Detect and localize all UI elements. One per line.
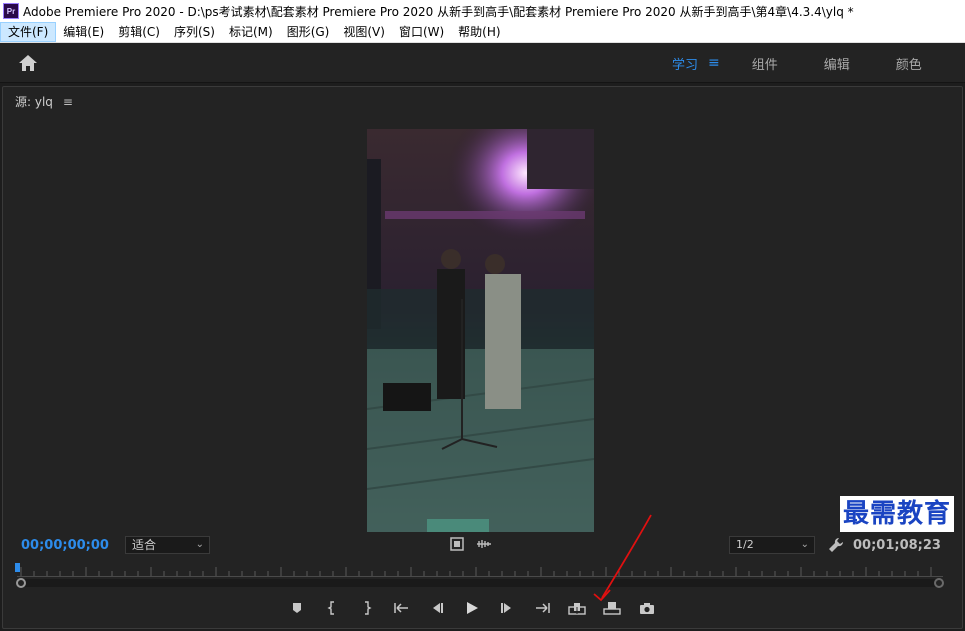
workspace-tab-color[interactable]: 颜色	[896, 54, 922, 73]
insert-icon	[568, 603, 586, 615]
menu-edit[interactable]: 编辑(E)	[56, 22, 111, 42]
title-bar: Pr Adobe Premiere Pro 2020 - D:\ps考试素材\配…	[0, 0, 965, 22]
go-to-out-icon	[536, 603, 550, 613]
video-preview	[367, 129, 594, 532]
ruler-baseline	[17, 576, 943, 577]
source-panel-title: 源: ylq	[15, 95, 53, 109]
add-marker-icon	[293, 603, 301, 613]
playhead[interactable]	[15, 563, 20, 572]
menu-view[interactable]: 视图(V)	[336, 22, 392, 42]
menu-help[interactable]: 帮助(H)	[451, 22, 507, 42]
chevron-down-icon: ⌄	[800, 539, 809, 550]
step-forward-button[interactable]	[498, 599, 516, 617]
menu-bar: 文件(F) 编辑(E) 剪辑(C) 序列(S) 标记(M) 图形(G) 视图(V…	[0, 22, 965, 43]
mark-in-icon	[327, 601, 334, 615]
view-toggle-icons	[450, 537, 492, 551]
film-strip-icon[interactable]	[450, 537, 464, 551]
step-back-button[interactable]	[428, 599, 446, 617]
premiere-app-icon: Pr	[3, 3, 19, 19]
menu-window[interactable]: 窗口(W)	[392, 22, 451, 42]
menu-sequence[interactable]: 序列(S)	[167, 22, 222, 42]
play-icon	[467, 602, 478, 614]
menu-markers[interactable]: 标记(M)	[222, 22, 280, 42]
export-frame-icon	[640, 602, 654, 614]
play-button[interactable]	[463, 599, 481, 617]
go-to-in-button[interactable]	[393, 599, 411, 617]
mark-in-button[interactable]	[323, 599, 341, 617]
zoom-fit-dropdown[interactable]: 适合 ⌄	[125, 536, 210, 554]
add-marker-button[interactable]	[288, 599, 306, 617]
mark-out-icon	[365, 601, 372, 615]
overwrite-button[interactable]	[603, 599, 621, 617]
source-panel-tab[interactable]: 源: ylq ≡	[15, 93, 73, 110]
playback-resolution-dropdown[interactable]: 1/2 ⌄	[729, 536, 815, 554]
go-to-out-button[interactable]	[533, 599, 551, 617]
panel-menu-icon[interactable]: ≡	[63, 95, 73, 109]
menu-file[interactable]: 文件(F)	[0, 22, 57, 42]
workspace-bar: 学习 ≡ 组件 编辑 颜色 效	[0, 43, 965, 83]
transport-controls	[288, 598, 673, 618]
menu-clip[interactable]: 剪辑(C)	[111, 22, 167, 42]
wrench-settings-icon[interactable]	[828, 537, 844, 553]
ruler-ticks	[20, 567, 932, 576]
zoom-scroll-handle-right[interactable]	[934, 578, 944, 588]
go-to-in-icon	[394, 603, 408, 613]
workspace-tab-learn[interactable]: 学习	[672, 54, 698, 73]
step-back-icon	[433, 603, 443, 613]
watermark-logo: 最需教育	[840, 496, 955, 532]
duration-timecode: 00;01;08;23	[853, 538, 941, 553]
zoom-fit-value: 适合	[132, 538, 157, 552]
source-monitor-panel: 源: ylq ≡ 00;00;00;00 适合 ⌄ 1/2 ⌄ 00;01;08…	[2, 86, 963, 629]
zoom-scroll-handle-left[interactable]	[16, 578, 26, 588]
menu-graphics[interactable]: 图形(G)	[280, 22, 337, 42]
step-forward-icon	[501, 603, 511, 613]
current-timecode[interactable]: 00;00;00;00	[21, 538, 109, 553]
insert-button[interactable]	[568, 599, 586, 617]
zoom-scroll-bar[interactable]	[16, 578, 944, 588]
time-ruler[interactable]	[15, 563, 943, 577]
mark-out-button[interactable]	[358, 599, 376, 617]
workspace-tab-editing[interactable]: 编辑	[824, 54, 850, 73]
home-icon[interactable]	[18, 54, 38, 72]
playback-resolution-value: 1/2	[736, 538, 754, 551]
drag-video-audio-icon[interactable]	[476, 537, 492, 551]
workspace-tabs: 学习 ≡ 组件 编辑 颜色 效	[672, 43, 965, 83]
overwrite-icon	[603, 602, 621, 615]
export-frame-button[interactable]	[638, 599, 656, 617]
window-title: Adobe Premiere Pro 2020 - D:\ps考试素材\配套素材…	[23, 4, 854, 19]
workspace-tab-assembly[interactable]: 组件	[752, 54, 778, 73]
workspace-menu-icon[interactable]: ≡	[708, 55, 720, 71]
chevron-down-icon: ⌄	[195, 539, 204, 550]
